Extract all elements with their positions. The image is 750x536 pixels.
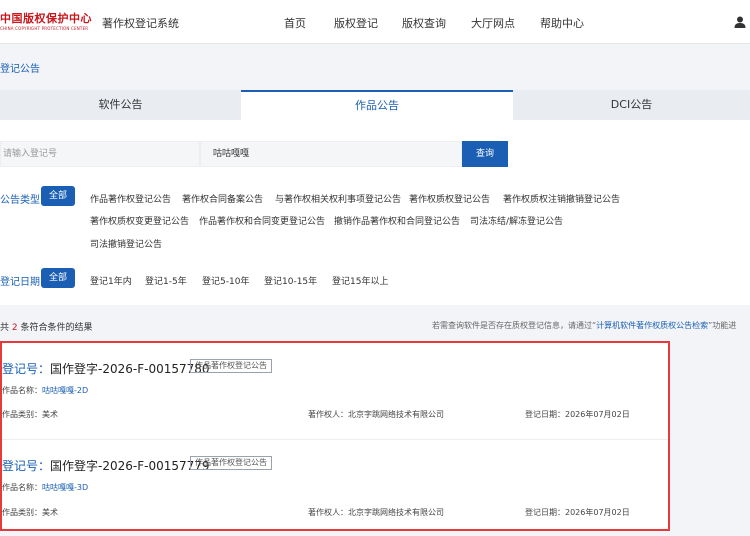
top-header: 中国版权保护中心 CHINA COPYRIGHT PROTECTION CENT… xyxy=(0,0,750,44)
reg-number-label: 登记号： xyxy=(2,362,51,376)
pledge-search-tip: 若需查询软件是否存在质权登记信息，请通过“计算机软件著作权质权公告检索”功能进 xyxy=(432,320,736,331)
ccpc-logo[interactable]: 中国版权保护中心 CHINA COPYRIGHT PROTECTION CENT… xyxy=(0,10,92,34)
user-icon[interactable] xyxy=(733,15,747,29)
date-option[interactable]: 登记1-5年 xyxy=(145,274,187,287)
nav-home[interactable]: 首页 xyxy=(284,15,306,31)
category-label: 作品类别： xyxy=(2,410,42,419)
tab-dci[interactable]: DCI公告 xyxy=(513,90,750,120)
category-row: 作品类别：美术 xyxy=(2,409,58,420)
date-option[interactable]: 登记1年内 xyxy=(90,274,132,287)
system-title: 著作权登记系统 xyxy=(102,17,179,30)
type-option[interactable]: 著作权质权注销撤销登记公告 xyxy=(503,192,620,205)
reg-number: 国作登字-2026-F-00157779 xyxy=(50,459,210,473)
tab-software[interactable]: 软件公告 xyxy=(0,90,241,120)
type-option[interactable]: 著作权质权登记公告 xyxy=(409,192,490,205)
date-row: 登记日期：2026年07月02日 xyxy=(525,409,630,420)
type-option[interactable]: 著作权合同备案公告 xyxy=(182,192,263,205)
result-count-prefix: 共 xyxy=(0,323,10,333)
type-option[interactable]: 作品著作权和合同变更登记公告 xyxy=(199,214,325,227)
result-count: 共 2 条符合条件的结果 xyxy=(0,320,93,333)
category-row: 作品类别：美术 xyxy=(2,507,58,518)
tip-text-1: 若需查询软件是否存在质权登记信息，请通过“ xyxy=(432,321,597,330)
category-label: 作品类别： xyxy=(2,508,42,517)
query-button[interactable]: 查询 xyxy=(462,141,508,167)
date-label: 登记日期： xyxy=(525,410,565,419)
search-panel: 请输入登记号 咕咕嘎嘎 查询 公告类型： 全部 作品著作权登记公告 著作权合同备… xyxy=(0,120,750,305)
type-option[interactable]: 与著作权相关权利事项登记公告 xyxy=(275,192,401,205)
reg-number-label: 登记号： xyxy=(2,459,51,473)
date-label: 登记日期： xyxy=(525,508,565,517)
type-option[interactable]: 著作权质权变更登记公告 xyxy=(90,214,189,227)
tip-text-2: ”功能进 xyxy=(708,321,737,330)
category-value: 美术 xyxy=(42,508,58,517)
result-title[interactable]: 登记号：国作登字-2026-F-00157779 xyxy=(2,457,210,474)
date-value: 2026年07月02日 xyxy=(565,410,630,419)
result-list: 登记号：国作登字-2026-F-00157780 作品著作权登记公告 作品名称：… xyxy=(0,341,670,531)
registration-number-input[interactable]: 请输入登记号 xyxy=(0,141,200,167)
date-option[interactable]: 登记15年以上 xyxy=(332,274,388,287)
owner-value: 北京字跳网络技术有限公司 xyxy=(348,410,444,419)
reg-number: 国作登字-2026-F-00157780 xyxy=(50,362,210,376)
type-option[interactable]: 司法撤销登记公告 xyxy=(90,237,162,250)
date-row: 登记日期：2026年07月02日 xyxy=(525,507,630,518)
announcement-type-badge: 作品著作权登记公告 xyxy=(190,359,272,373)
announcement-type-badge: 作品著作权登记公告 xyxy=(190,456,272,470)
owner-row: 著作权人：北京字跳网络技术有限公司 xyxy=(308,409,444,420)
owner-row: 著作权人：北京字跳网络技术有限公司 xyxy=(308,507,444,518)
result-count-number: 2 xyxy=(11,323,18,333)
type-option[interactable]: 撤销作品著作权和合同登记公告 xyxy=(334,214,460,227)
type-option[interactable]: 司法冻结/解冻登记公告 xyxy=(470,214,563,227)
logo-text-en: CHINA COPYRIGHT PROTECTION CENTER xyxy=(0,26,89,31)
date-option[interactable]: 登记5-10年 xyxy=(202,274,249,287)
date-option[interactable]: 登记10-15年 xyxy=(264,274,317,287)
result-count-suffix: 条符合条件的结果 xyxy=(20,323,93,333)
category-value: 美术 xyxy=(42,410,58,419)
logo-text-cn: 中国版权保护中心 xyxy=(0,12,92,25)
nav-service-halls[interactable]: 大厅网点 xyxy=(471,15,515,31)
result-divider xyxy=(2,439,668,440)
owner-value: 北京字跳网络技术有限公司 xyxy=(348,508,444,517)
owner-label: 著作权人： xyxy=(308,508,348,517)
type-filter-all[interactable]: 全部 xyxy=(41,186,75,206)
nav-copyright-registration[interactable]: 版权登记 xyxy=(334,15,378,31)
nav-help-center[interactable]: 帮助中心 xyxy=(540,15,584,31)
work-name-row: 作品名称：咕咕嘎嘎-3D xyxy=(2,482,88,493)
work-name-row: 作品名称：咕咕嘎嘎-2D xyxy=(2,385,88,396)
work-name-label: 作品名称： xyxy=(2,386,42,395)
nav-copyright-query[interactable]: 版权查询 xyxy=(402,15,446,31)
work-name-link[interactable]: 咕咕嘎嘎-2D xyxy=(42,386,88,395)
tab-works[interactable]: 作品公告 xyxy=(241,90,513,120)
work-name-label: 作品名称： xyxy=(2,483,42,492)
result-title[interactable]: 登记号：国作登字-2026-F-00157780 xyxy=(2,360,210,377)
type-option[interactable]: 作品著作权登记公告 xyxy=(90,192,171,205)
date-filter-all[interactable]: 全部 xyxy=(41,268,75,288)
work-name-link[interactable]: 咕咕嘎嘎-3D xyxy=(42,483,88,492)
keyword-input[interactable]: 咕咕嘎嘎 xyxy=(200,141,462,167)
owner-label: 著作权人： xyxy=(308,410,348,419)
date-value: 2026年07月02日 xyxy=(565,508,630,517)
pledge-search-link[interactable]: 计算机软件著作权质权公告检索 xyxy=(596,321,708,330)
announcement-tabs: 软件公告 作品公告 DCI公告 xyxy=(0,90,750,120)
breadcrumb[interactable]: 登记公告 xyxy=(0,60,40,75)
